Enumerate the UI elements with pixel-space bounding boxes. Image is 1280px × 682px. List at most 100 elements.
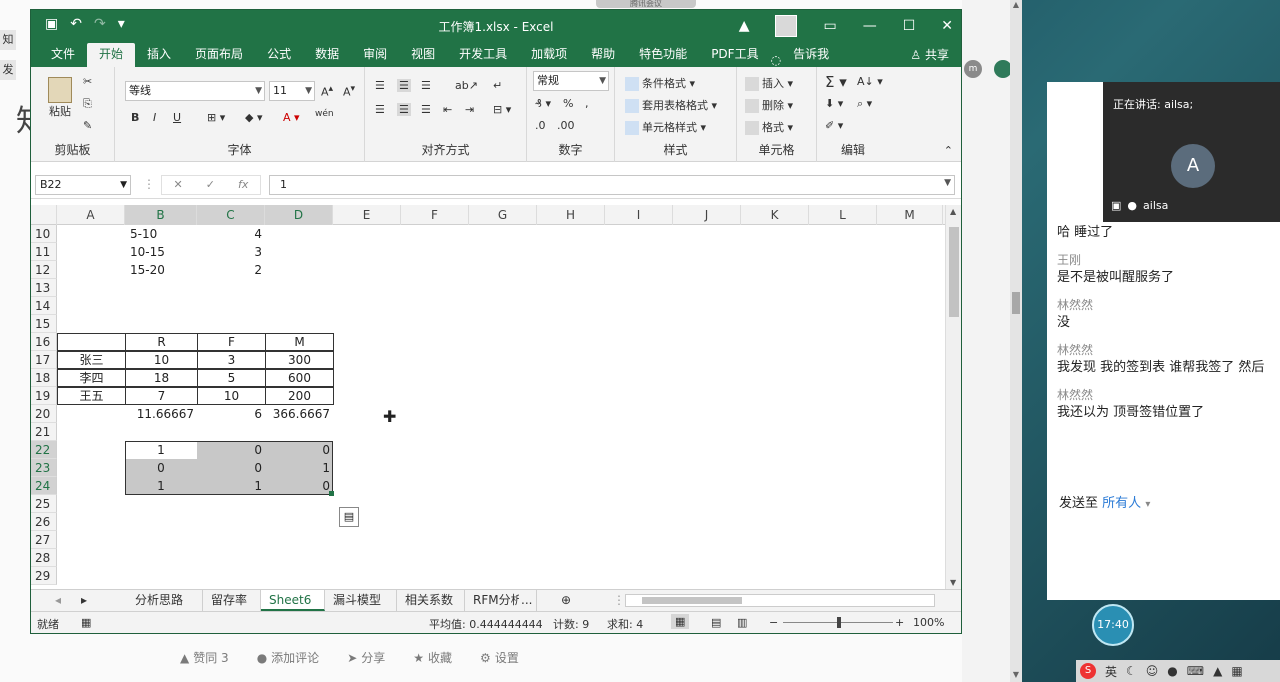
copy-icon[interactable]: ⎘ xyxy=(83,97,92,111)
scroll-down-icon[interactable]: ▼ xyxy=(1010,670,1022,682)
cell-b23[interactable]: 0 xyxy=(125,459,197,477)
comment-button[interactable]: ● 添加评论 xyxy=(257,649,320,666)
shirt-icon[interactable]: ▲ xyxy=(1213,664,1222,678)
column-header[interactable]: B xyxy=(125,205,197,225)
row-header[interactable]: 27 xyxy=(31,531,57,549)
maximize-icon[interactable]: ☐ xyxy=(903,18,916,34)
decrease-decimal-icon[interactable]: .00 xyxy=(557,119,575,132)
row-header[interactable]: 10 xyxy=(31,225,57,243)
table-cell[interactable]: 5 xyxy=(197,369,266,387)
delete-cells-button[interactable]: 删除 ▾ xyxy=(745,97,793,113)
ribbon-tab[interactable]: 告诉我 xyxy=(781,43,841,67)
bg-left-tab[interactable]: 发 xyxy=(0,60,16,80)
format-painter-icon[interactable]: ✎ xyxy=(83,119,92,132)
insert-cells-button[interactable]: 插入 ▾ xyxy=(745,75,793,91)
row-header[interactable]: 19 xyxy=(31,387,57,405)
row-header[interactable]: 24 xyxy=(31,477,57,495)
send-to-target[interactable]: 所有人 xyxy=(1102,496,1141,511)
next-sheet-icon[interactable]: ▸ xyxy=(73,590,95,611)
vertical-scrollbar[interactable]: ▲ ▼ xyxy=(945,205,961,589)
ribbon-tab[interactable]: PDF工具 xyxy=(699,43,770,67)
column-header[interactable]: H xyxy=(537,205,605,225)
ribbon-display-icon[interactable]: ▭ xyxy=(823,18,836,34)
row-header[interactable]: 25 xyxy=(31,495,57,513)
cell-d23[interactable]: 1 xyxy=(265,459,333,477)
minimize-icon[interactable]: — xyxy=(863,18,877,34)
zoom-slider-thumb[interactable] xyxy=(837,617,841,628)
fill-color-icon[interactable]: ◆ ▾ xyxy=(245,111,262,124)
format-cells-button[interactable]: 格式 ▾ xyxy=(745,119,793,135)
autosum-icon[interactable]: Σ ▾ xyxy=(825,73,847,91)
cell-c20[interactable]: 6 xyxy=(197,405,265,423)
row-header[interactable]: 17 xyxy=(31,351,57,369)
enter-icon[interactable]: ✓ xyxy=(206,176,215,194)
table-cell[interactable]: 10 xyxy=(197,387,266,405)
decrease-indent-icon[interactable]: ⇤ xyxy=(443,103,452,116)
row-header[interactable]: 29 xyxy=(31,567,57,585)
cell-d20[interactable]: 366.6667 xyxy=(265,405,333,423)
column-header[interactable]: G xyxy=(469,205,537,225)
ribbon-tab[interactable]: 开发工具 xyxy=(447,43,519,67)
table-header[interactable]: R xyxy=(125,333,198,351)
column-header[interactable]: D xyxy=(265,205,333,225)
ribbon-tab[interactable]: 数据 xyxy=(303,43,351,67)
table-cell[interactable]: 王五 xyxy=(57,387,126,405)
cell-c22[interactable]: 0 xyxy=(197,441,265,459)
scroll-up-icon[interactable]: ▲ xyxy=(1010,0,1022,12)
find-icon[interactable]: ⌕ ▾ xyxy=(857,97,872,111)
sheet-tab[interactable]: 相关系数 xyxy=(397,590,465,611)
speaker-video-tile[interactable]: 正在讲话: ailsa; A ▣ ● ailsa xyxy=(1103,82,1280,222)
send-to-selector[interactable]: 发送至 所有人 ▾ xyxy=(1059,492,1150,511)
percent-icon[interactable]: % xyxy=(563,97,573,110)
conditional-format-button[interactable]: 条件格式 ▾ xyxy=(625,75,695,91)
table-cell[interactable]: 10 xyxy=(125,351,198,369)
column-header[interactable]: F xyxy=(401,205,469,225)
column-header[interactable]: M xyxy=(877,205,943,225)
column-header[interactable]: I xyxy=(605,205,673,225)
share-button[interactable]: ♙ 共享 xyxy=(910,46,949,63)
column-header[interactable]: K xyxy=(741,205,809,225)
settings-button[interactable]: ⚙ 设置 xyxy=(480,649,519,666)
like-button[interactable]: ▲ 赞同 3 xyxy=(180,649,229,666)
comma-style-icon[interactable]: , xyxy=(585,97,589,110)
cell-b24[interactable]: 1 xyxy=(125,477,197,495)
sheet-tab[interactable]: 留存率 xyxy=(203,590,261,611)
cell-c24[interactable]: 1 xyxy=(197,477,265,495)
table-cell[interactable]: 300 xyxy=(265,351,334,369)
table-cell[interactable]: 3 xyxy=(197,351,266,369)
bold-button[interactable]: B xyxy=(131,111,139,124)
formula-input[interactable]: 1 xyxy=(269,175,955,195)
quick-analysis-icon[interactable]: ▤ xyxy=(339,507,359,527)
horizontal-scrollbar[interactable] xyxy=(625,594,935,607)
row-header[interactable]: 20 xyxy=(31,405,57,423)
page-layout-icon[interactable]: ▤ xyxy=(711,616,721,629)
prev-sheet-icon[interactable]: ◂ xyxy=(47,590,69,611)
ime-language[interactable]: 英 xyxy=(1105,663,1117,680)
meeting-top-tab[interactable]: 腾讯会议 xyxy=(596,0,696,8)
scroll-down-icon[interactable]: ▼ xyxy=(950,578,956,587)
align-bottom-icon[interactable]: ☰ xyxy=(421,79,431,92)
increase-indent-icon[interactable]: ⇥ xyxy=(465,103,474,116)
table-header[interactable]: F xyxy=(197,333,266,351)
merge-center-icon[interactable]: ⊟ ▾ xyxy=(493,103,511,116)
ribbon-tab[interactable]: 插入 xyxy=(135,43,183,67)
page-break-icon[interactable]: ▥ xyxy=(737,616,747,629)
normal-view-icon[interactable]: ▦ xyxy=(671,614,690,629)
cell-c11[interactable]: 3 xyxy=(197,243,265,261)
bg-scroll-thumb[interactable] xyxy=(1012,292,1020,314)
bg-left-tab[interactable]: 知 xyxy=(0,30,16,50)
horizontal-scroll-thumb[interactable] xyxy=(642,597,742,604)
fill-icon[interactable]: ⬇ ▾ xyxy=(825,97,843,110)
share-button[interactable]: ➤ 分享 xyxy=(347,649,385,666)
ribbon-tab[interactable]: 审阅 xyxy=(351,43,399,67)
format-as-table-button[interactable]: 套用表格格式 ▾ xyxy=(625,97,717,113)
zoom-in-icon[interactable]: + xyxy=(895,616,904,629)
paste-button[interactable]: 粘贴 xyxy=(45,77,75,121)
sheet-tab[interactable]: 分析思路 xyxy=(127,590,203,611)
grid-icon[interactable]: ▦ xyxy=(1231,664,1242,678)
add-sheet-icon[interactable]: ⊕ xyxy=(553,590,579,611)
row-header[interactable]: 15 xyxy=(31,315,57,333)
microphone-icon[interactable]: ● xyxy=(1167,664,1177,678)
insert-function-button[interactable]: fx xyxy=(238,176,248,194)
ribbon-tab[interactable]: 视图 xyxy=(399,43,447,67)
